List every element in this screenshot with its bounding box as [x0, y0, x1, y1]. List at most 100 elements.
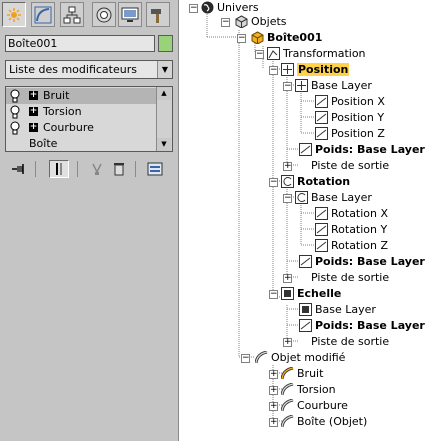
tree-node-label: Position — [297, 63, 350, 76]
position-controller-icon — [281, 63, 294, 76]
tree-node-label: Piste de sortie — [311, 271, 390, 284]
expand-icon[interactable]: + — [283, 338, 292, 347]
rotation-controller-icon — [295, 191, 308, 204]
curve-icon — [299, 255, 312, 268]
toolbar-divider — [135, 161, 136, 177]
tree-node-label: Rotation X — [331, 207, 389, 220]
curve-icon — [315, 223, 328, 236]
configure-sets-button[interactable] — [145, 160, 165, 178]
stack-item-boite[interactable]: Boîte — [6, 136, 156, 152]
tree-node-label: Poids: Base Layer — [315, 143, 425, 156]
position-controller-icon — [295, 79, 308, 92]
tab-display[interactable] — [118, 2, 142, 27]
stack-toolbar — [5, 157, 173, 181]
stack-item-label: Bruit — [43, 89, 70, 102]
object-name-field[interactable] — [5, 35, 155, 52]
world-icon — [201, 1, 214, 14]
collapse-icon[interactable]: − — [283, 194, 292, 203]
toolbar-divider — [35, 161, 36, 177]
motion-icon — [96, 7, 112, 22]
remove-modifier-button[interactable] — [109, 160, 129, 178]
make-unique-button[interactable] — [87, 160, 107, 178]
tab-motion[interactable] — [92, 2, 116, 27]
utilities-icon — [151, 8, 161, 23]
tree-node-label: Boîte001 — [267, 31, 323, 44]
stack-item-torsion[interactable]: + Torsion — [6, 104, 156, 120]
modifier-icon — [281, 367, 294, 380]
tree-node-label: Echelle — [297, 287, 342, 300]
collapse-icon[interactable]: − — [269, 290, 278, 299]
tree-node-label: Univers — [217, 1, 259, 14]
stack-item-courbure[interactable]: + Courbure — [6, 120, 156, 136]
track-view-tree: − Univers − Objets − Boîte001 − Transfor… — [179, 0, 441, 441]
tree-node-label: Piste de sortie — [311, 159, 390, 172]
collapse-icon[interactable]: − — [189, 4, 198, 13]
modifier-list-label: Liste des modificateurs — [9, 63, 137, 76]
lightbulb-icon[interactable] — [9, 105, 21, 119]
expand-icon[interactable]: + — [29, 123, 38, 132]
expand-icon[interactable]: + — [29, 107, 38, 116]
scroll-up-icon[interactable]: ▲ — [157, 87, 171, 100]
curve-icon — [299, 319, 312, 332]
stack-item-label: Torsion — [43, 105, 82, 118]
expand-icon[interactable]: + — [283, 162, 292, 171]
expand-icon[interactable]: + — [29, 91, 38, 100]
object-name-row — [5, 35, 173, 52]
chevron-down-icon[interactable]: ▼ — [157, 61, 172, 78]
tab-utilities[interactable] — [146, 2, 170, 27]
collapse-icon[interactable]: − — [255, 50, 264, 59]
object-color-swatch[interactable] — [158, 35, 173, 52]
stack-item-label: Courbure — [43, 121, 94, 134]
collapse-icon[interactable]: − — [269, 66, 278, 75]
tree-node-label: Rotation Z — [331, 239, 389, 252]
box-object-icon — [251, 31, 264, 44]
expand-icon[interactable]: + — [269, 418, 278, 427]
collapse-icon[interactable]: − — [221, 18, 230, 27]
collapse-icon[interactable]: − — [237, 34, 246, 43]
modifier-icon — [281, 399, 294, 412]
tab-hierarchy[interactable] — [60, 2, 84, 27]
modifier-stack: + Bruit + Torsion + Courbure Boîte ▲ ▼ — [5, 86, 173, 152]
tree-node-label: Position Y — [331, 111, 385, 124]
hierarchy-icon — [63, 6, 81, 23]
curve-icon — [315, 95, 328, 108]
show-end-result-button[interactable] — [49, 160, 69, 178]
tree-node-label: Objets — [251, 15, 287, 28]
lightbulb-icon[interactable] — [9, 121, 21, 135]
tree-node-label: Base Layer — [311, 191, 372, 204]
tree-node-label: Base Layer — [311, 79, 372, 92]
rotation-controller-icon — [281, 175, 294, 188]
pin-stack-button[interactable] — [9, 160, 29, 178]
lightbulb-icon[interactable] — [9, 89, 21, 103]
expand-icon[interactable]: + — [283, 274, 292, 283]
curve-icon — [315, 239, 328, 252]
modified-object-icon — [255, 351, 268, 364]
pin-stack-icon — [12, 164, 24, 174]
modifier-list-dropdown[interactable]: Liste des modificateurs ▼ — [5, 60, 173, 79]
stack-item-bruit[interactable]: + Bruit — [6, 88, 156, 104]
tree-node-label: Torsion — [297, 383, 336, 396]
curve-icon — [315, 111, 328, 124]
tree-node-label: Boîte (Objet) — [297, 415, 368, 428]
expand-icon[interactable]: + — [269, 402, 278, 411]
expand-icon[interactable]: + — [269, 370, 278, 379]
curve-icon — [315, 207, 328, 220]
collapse-icon[interactable]: − — [241, 354, 250, 363]
scale-controller-icon — [281, 287, 294, 300]
tree-node-label: Piste de sortie — [311, 335, 390, 348]
tab-create[interactable] — [2, 2, 26, 27]
expand-icon[interactable]: + — [269, 386, 278, 395]
tab-modify[interactable] — [31, 2, 55, 27]
command-panel-tabs — [0, 0, 178, 30]
stack-item-label: Boîte — [29, 137, 58, 150]
collapse-icon[interactable]: − — [283, 82, 292, 91]
curve-icon — [299, 143, 312, 156]
modifier-icon — [281, 415, 294, 428]
tree-node-label: Base Layer — [315, 303, 376, 316]
collapse-icon[interactable]: − — [269, 178, 278, 187]
stack-scrollbar[interactable]: ▲ ▼ — [156, 87, 172, 151]
create-icon — [7, 7, 21, 22]
tree-node-label: Poids: Base Layer — [315, 255, 425, 268]
show-end-result-icon — [56, 163, 62, 175]
scroll-down-icon[interactable]: ▼ — [157, 138, 171, 151]
